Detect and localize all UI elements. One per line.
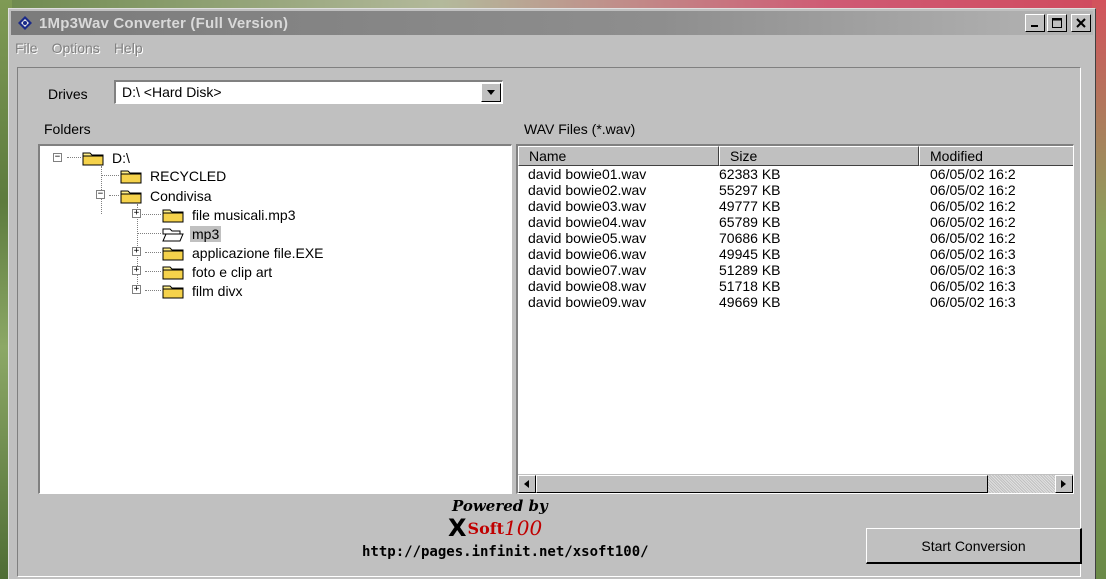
folder-icon: [162, 266, 184, 279]
tree-node-recycled[interactable]: RECYCLED: [120, 166, 228, 185]
scroll-left-button[interactable]: [518, 475, 536, 493]
horizontal-scrollbar[interactable]: [518, 474, 1073, 493]
drive-dropdown-button[interactable]: [481, 83, 501, 102]
folder-tree[interactable]: − − + + + + D:\ RECYCLED Condivisa file …: [38, 144, 512, 494]
powered-by-text: Powered by: [452, 497, 548, 515]
folder-icon: [162, 285, 184, 298]
file-modified: 06/05/02 16:2: [930, 198, 1016, 214]
xsoft100-logo: X Soft 100: [448, 514, 543, 542]
file-name: david bowie06.wav: [528, 246, 647, 262]
maximize-icon: [1052, 18, 1062, 28]
website-url: http://pages.infinit.net/xsoft100/: [362, 544, 649, 560]
wav-file-list[interactable]: Name Size Modified david bowie01.wav 623…: [516, 144, 1074, 494]
collapse-icon[interactable]: −: [96, 190, 105, 199]
tree-node-label: film divx: [192, 282, 243, 299]
file-size: 70686 KB: [719, 230, 781, 246]
chevron-down-icon: [487, 89, 495, 95]
expand-icon[interactable]: +: [132, 247, 141, 256]
folder-icon: [120, 190, 142, 203]
file-modified: 06/05/02 16:2: [930, 230, 1016, 246]
tree-node-label: applicazione file.EXE: [192, 244, 324, 261]
menu-file[interactable]: File: [15, 40, 38, 56]
tree-node-mp3[interactable]: mp3: [162, 224, 222, 243]
drive-select[interactable]: D:\ <Hard Disk>: [114, 80, 503, 104]
expand-icon[interactable]: +: [132, 209, 141, 218]
file-modified: 06/05/02 16:3: [930, 278, 1016, 294]
file-name: david bowie08.wav: [528, 278, 647, 294]
file-size: 51289 KB: [719, 262, 781, 278]
file-size: 55297 KB: [719, 182, 781, 198]
folders-label: Folders: [44, 121, 91, 137]
scroll-right-button[interactable]: [1055, 475, 1073, 493]
tree-node-condivisa[interactable]: Condivisa: [120, 186, 213, 205]
tree-node-file-musicali[interactable]: file musicali.mp3: [162, 205, 297, 224]
folder-icon: [162, 209, 184, 222]
collapse-icon[interactable]: −: [53, 153, 62, 162]
tree-node-foto[interactable]: foto e clip art: [162, 262, 274, 281]
scrollbar-track[interactable]: [536, 475, 1055, 493]
title-bar[interactable]: 1Mp3Wav Converter (Full Version): [11, 11, 1093, 35]
wav-files-label: WAV Files (*.wav): [524, 121, 636, 137]
column-header-name[interactable]: Name: [518, 146, 719, 166]
logo-x: X: [448, 514, 467, 542]
start-conversion-label: Start Conversion: [921, 537, 1026, 554]
file-name: david bowie05.wav: [528, 230, 647, 246]
file-name: david bowie02.wav: [528, 182, 647, 198]
scrollbar-thumb[interactable]: [536, 475, 988, 493]
menu-help[interactable]: Help: [114, 40, 143, 56]
file-modified: 06/05/02 16:3: [930, 246, 1016, 262]
tree-node-label: file musicali.mp3: [192, 206, 296, 223]
minimize-button[interactable]: [1025, 14, 1045, 32]
file-size: 62383 KB: [719, 166, 781, 182]
drive-select-value: D:\ <Hard Disk>: [122, 84, 222, 100]
minimize-icon: [1031, 25, 1038, 27]
file-modified: 06/05/02 16:3: [930, 294, 1016, 310]
desktop-background-top: [0, 0, 1106, 8]
tree-node-label: mp3: [190, 225, 222, 242]
arrow-left-icon: [524, 480, 529, 488]
tree-node-film-divx[interactable]: film divx: [162, 281, 245, 300]
logo-number: 100: [504, 516, 543, 540]
open-folder-icon: [162, 228, 184, 241]
tree-node-label: Condivisa: [150, 187, 212, 204]
app-icon: [15, 13, 35, 33]
column-header-size[interactable]: Size: [719, 146, 919, 166]
file-modified: 06/05/02 16:3: [930, 262, 1016, 278]
file-name: david bowie09.wav: [528, 294, 647, 310]
file-name: david bowie01.wav: [528, 166, 647, 182]
expand-icon[interactable]: +: [132, 266, 141, 275]
file-size: 49777 KB: [719, 198, 781, 214]
drives-label: Drives: [48, 86, 88, 102]
file-name: david bowie04.wav: [528, 214, 647, 230]
file-modified: 06/05/02 16:2: [930, 182, 1016, 198]
file-size: 49669 KB: [719, 294, 781, 310]
folder-icon: [82, 152, 104, 165]
file-modified: 06/05/02 16:2: [930, 214, 1016, 230]
arrow-right-icon: [1061, 480, 1066, 488]
file-name: david bowie07.wav: [528, 262, 647, 278]
close-button[interactable]: [1071, 14, 1091, 32]
close-icon: [1076, 18, 1086, 28]
folder-icon: [162, 247, 184, 260]
tree-node-label: RECYCLED: [150, 167, 227, 184]
logo-soft: Soft: [467, 518, 505, 538]
file-size: 65789 KB: [719, 214, 781, 230]
tree-node-applicazione[interactable]: applicazione file.EXE: [162, 243, 326, 262]
folder-icon: [120, 170, 142, 183]
file-modified: 06/05/02 16:2: [930, 166, 1016, 182]
start-conversion-button[interactable]: Start Conversion: [866, 528, 1082, 564]
file-size: 51718 KB: [719, 278, 781, 294]
expand-icon[interactable]: +: [132, 285, 141, 294]
tree-node-label: D:\: [112, 149, 130, 166]
menu-bar: File Options Help: [11, 37, 153, 59]
maximize-button[interactable]: [1047, 14, 1067, 32]
file-name: david bowie03.wav: [528, 198, 647, 214]
tree-node-label: foto e clip art: [192, 263, 273, 280]
menu-options[interactable]: Options: [52, 40, 100, 56]
window-title: 1Mp3Wav Converter (Full Version): [39, 14, 289, 32]
column-header-modified[interactable]: Modified: [919, 146, 1073, 166]
tree-node-root[interactable]: D:\: [82, 148, 132, 167]
file-size: 49945 KB: [719, 246, 781, 262]
